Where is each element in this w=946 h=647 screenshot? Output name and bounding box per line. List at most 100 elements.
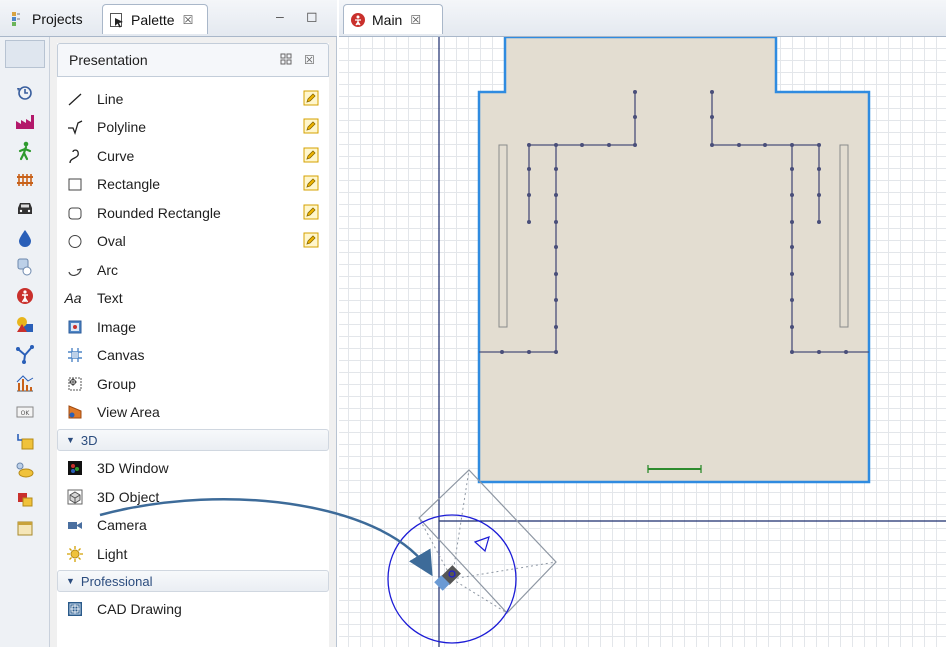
- process-modeling-icon[interactable]: [5, 108, 45, 136]
- pedestrian-icon[interactable]: [5, 137, 45, 165]
- palette-item-3d-object[interactable]: 3D Object: [57, 483, 329, 511]
- palette-item-3d-window[interactable]: 3D Window: [57, 454, 329, 482]
- space-markup-icon[interactable]: [5, 340, 45, 368]
- cad-drawing-icon: [65, 599, 85, 619]
- text-tool-icon: Aa: [64, 290, 82, 306]
- pencil-icon[interactable]: [303, 118, 319, 134]
- palette-item-label: Arc: [97, 262, 118, 278]
- presentation-icon[interactable]: [5, 311, 45, 339]
- line-tool-icon: [65, 89, 85, 109]
- palette-item-rectangle[interactable]: Rectangle: [57, 170, 329, 198]
- pencil-icon[interactable]: [303, 147, 319, 163]
- strip-button-selected[interactable]: [5, 40, 45, 68]
- collapse-arrow-icon: ▼: [66, 435, 75, 445]
- palette-item-label: Oval: [97, 233, 126, 249]
- pencil-icon[interactable]: [303, 204, 319, 220]
- layout-icon[interactable]: [280, 53, 292, 68]
- left-tab-bar: Projects Palette ☒ – ◻: [0, 0, 337, 37]
- analysis-icon[interactable]: [5, 369, 45, 397]
- palette-item-canvas[interactable]: Canvas: [57, 341, 329, 369]
- palette-item-rounded-rectangle[interactable]: Rounded Rectangle: [57, 199, 329, 227]
- palette-item-cad-drawing[interactable]: CAD Drawing: [57, 595, 329, 623]
- collapse-arrow-icon: ▼: [66, 576, 75, 586]
- close-main-tab-icon[interactable]: ☒: [410, 13, 421, 27]
- camera-icon: [65, 515, 85, 535]
- editor-tab-bar: Main ☒: [339, 0, 946, 37]
- palette-item-image[interactable]: Image: [57, 313, 329, 341]
- tab-palette-label: Palette: [131, 11, 175, 28]
- view-area-tool-icon: [65, 402, 85, 422]
- svg-text:OK: OK: [21, 410, 31, 417]
- palette-item-label: Polyline: [97, 119, 147, 135]
- palette-item-label: View Area: [97, 404, 160, 420]
- left-panel: Projects Palette ☒ – ◻ OK Presentation ☒…: [0, 0, 337, 647]
- oval-tool-icon: [65, 231, 85, 251]
- palette-item-oval[interactable]: Oval: [57, 227, 329, 255]
- maximize-icon[interactable]: ◻: [306, 8, 318, 25]
- palette-icon: [109, 12, 125, 28]
- 3d-window-icon: [65, 458, 85, 478]
- palette-section-header[interactable]: Presentation ☒: [57, 43, 329, 77]
- pencil-icon[interactable]: [303, 90, 319, 106]
- palette-item-arc[interactable]: Arc: [57, 256, 329, 284]
- tab-main[interactable]: Main ☒: [343, 4, 443, 34]
- section-3d-header[interactable]: ▼ 3D: [57, 429, 329, 451]
- scene-drawing: [387, 37, 946, 647]
- palette-item-light[interactable]: Light: [57, 540, 329, 568]
- palette-category-strip: OK: [0, 37, 50, 647]
- palette-item-label: Curve: [97, 148, 135, 164]
- section-professional-header[interactable]: ▼ Professional: [57, 570, 329, 592]
- fluid-icon[interactable]: [5, 224, 45, 252]
- palette-item-view-area[interactable]: View Area: [57, 398, 329, 426]
- palette-item-label: Light: [97, 546, 128, 562]
- palette-item-label: Rectangle: [97, 176, 161, 192]
- tab-main-label: Main: [372, 11, 403, 28]
- road-traffic-icon[interactable]: [5, 195, 45, 223]
- tab-palette[interactable]: Palette ☒: [102, 4, 208, 34]
- palette-item-label: Canvas: [97, 347, 145, 363]
- light-icon: [65, 544, 85, 564]
- palette-item-camera[interactable]: Camera: [57, 511, 329, 539]
- rounded-rectangle-tool-icon: [65, 203, 85, 223]
- polyline-tool-icon: [65, 117, 85, 137]
- misc-icon[interactable]: [5, 514, 45, 542]
- 3d-object-icon: [65, 487, 85, 507]
- palette-item-label: Image: [97, 319, 136, 335]
- palette-item-label: CAD Drawing: [97, 601, 182, 617]
- palette-item-line[interactable]: Line: [57, 85, 329, 113]
- agent-type-icon: [350, 12, 366, 28]
- palette-view: Presentation ☒ Line Polyline Curve Recta…: [57, 43, 329, 647]
- minimize-icon[interactable]: –: [276, 8, 284, 24]
- palette-item-polyline[interactable]: Polyline: [57, 113, 329, 141]
- graphical-editor-canvas[interactable]: [339, 37, 946, 647]
- palette-item-text[interactable]: Aa Text: [57, 284, 329, 312]
- palette-item-label: 3D Window: [97, 460, 169, 476]
- curve-tool-icon: [65, 146, 85, 166]
- main-editor: Main ☒: [339, 0, 946, 647]
- palette-item-group[interactable]: Group: [57, 370, 329, 398]
- close-section-icon[interactable]: ☒: [304, 53, 315, 67]
- floor-area[interactable]: [477, 37, 871, 484]
- projects-icon: [10, 11, 26, 27]
- canvas-tool-icon: [65, 345, 85, 365]
- pencil-icon[interactable]: [303, 232, 319, 248]
- connectivity-icon[interactable]: [5, 427, 45, 455]
- pencil-icon[interactable]: [303, 175, 319, 191]
- palette-item-curve[interactable]: Curve: [57, 142, 329, 170]
- palette-item-label: Line: [97, 91, 124, 107]
- rail-icon[interactable]: [5, 166, 45, 194]
- system-dynamics-icon[interactable]: [5, 282, 45, 310]
- agent-icon[interactable]: [5, 253, 45, 281]
- rectangle-tool-icon: [65, 174, 85, 194]
- palette-item-label: Group: [97, 376, 136, 392]
- tab-projects[interactable]: Projects: [4, 4, 89, 34]
- 3d-objects-icon[interactable]: [5, 485, 45, 513]
- controls-icon[interactable]: OK: [5, 398, 45, 426]
- palette-item-label: Text: [97, 290, 123, 306]
- tab-projects-label: Projects: [32, 11, 83, 27]
- pictures-icon[interactable]: [5, 456, 45, 484]
- section-professional-title: Professional: [80, 573, 153, 589]
- statechart-icon[interactable]: [5, 79, 45, 107]
- close-palette-tab-icon[interactable]: ☒: [183, 13, 194, 27]
- arc-tool-icon: [65, 260, 85, 280]
